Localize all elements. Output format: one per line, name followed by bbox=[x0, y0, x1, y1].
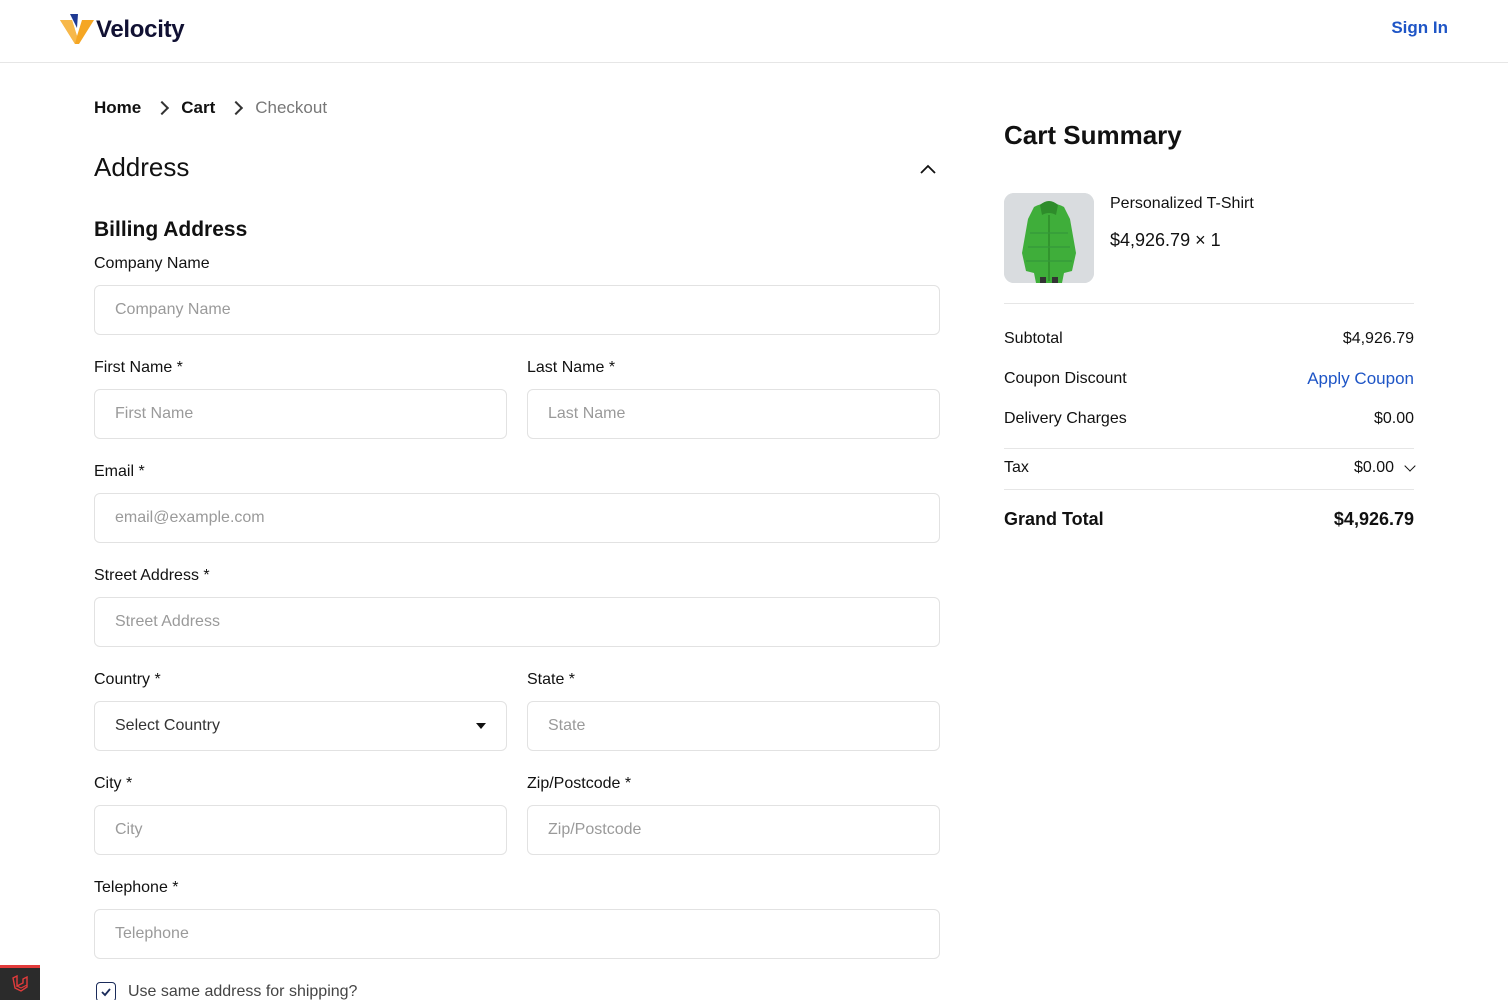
grand-total-label: Grand Total bbox=[1004, 509, 1104, 529]
product-thumbnail[interactable] bbox=[1004, 193, 1094, 283]
breadcrumb-home[interactable]: Home bbox=[94, 98, 141, 118]
check-icon bbox=[101, 988, 111, 997]
country-label: Country * bbox=[94, 671, 161, 688]
chevron-down-icon bbox=[1404, 460, 1416, 472]
velocity-logo-icon bbox=[60, 14, 94, 44]
last-name-input[interactable] bbox=[527, 389, 940, 439]
delivery-charges-value: $0.00 bbox=[1373, 410, 1414, 427]
telephone-input[interactable] bbox=[94, 909, 940, 959]
same-address-checkbox[interactable] bbox=[96, 982, 116, 1000]
company-name-input[interactable] bbox=[94, 285, 940, 335]
cart-summary-title: Cart Summary bbox=[1004, 120, 1182, 150]
zip-input[interactable] bbox=[527, 805, 940, 855]
sign-in-link[interactable]: Sign In bbox=[1391, 18, 1448, 38]
summary-divider bbox=[1004, 303, 1414, 304]
email-input[interactable] bbox=[94, 493, 940, 543]
summary-divider bbox=[1004, 489, 1414, 490]
last-name-label: Last Name * bbox=[527, 359, 616, 376]
street-address-label: Street Address * bbox=[94, 567, 210, 584]
site-header: Velocity Sign In bbox=[0, 0, 1508, 63]
breadcrumb: Home Cart Checkout bbox=[94, 98, 327, 118]
subtotal-value: $4,926.79 bbox=[1342, 330, 1414, 347]
brand-logo[interactable]: Velocity bbox=[60, 14, 185, 46]
same-address-row: Use same address for shipping? bbox=[96, 982, 357, 1000]
street-address-input[interactable] bbox=[94, 597, 940, 647]
chevron-right-icon bbox=[155, 100, 170, 116]
grand-total-value: $4,926.79 bbox=[1333, 509, 1414, 529]
apply-coupon-link[interactable]: Apply Coupon bbox=[1307, 369, 1414, 389]
tax-value: $0.00 bbox=[1353, 459, 1394, 476]
debugbar-toggle[interactable] bbox=[0, 965, 40, 1000]
email-label: Email * bbox=[94, 463, 145, 480]
state-label: State * bbox=[527, 671, 576, 688]
chevron-up-icon[interactable] bbox=[918, 160, 938, 180]
zip-label: Zip/Postcode * bbox=[527, 775, 632, 792]
address-section-title: Address bbox=[94, 152, 190, 182]
first-name-input[interactable] bbox=[94, 389, 507, 439]
company-name-label: Company Name bbox=[94, 255, 210, 272]
country-select[interactable]: Select Country bbox=[94, 701, 507, 751]
telephone-label: Telephone * bbox=[94, 879, 179, 896]
summary-divider bbox=[1004, 448, 1414, 449]
green-jacket-image bbox=[1004, 193, 1094, 283]
brand-name: Velocity bbox=[96, 16, 185, 43]
city-input[interactable] bbox=[94, 805, 507, 855]
caret-down-icon bbox=[476, 723, 486, 729]
laravel-icon bbox=[12, 974, 28, 992]
coupon-discount-label: Coupon Discount bbox=[1004, 370, 1127, 387]
billing-address-title: Billing Address bbox=[94, 218, 248, 241]
first-name-label: First Name * bbox=[94, 359, 183, 376]
city-label: City * bbox=[94, 775, 133, 792]
product-price-qty: $4,926.79 × 1 bbox=[1110, 230, 1221, 250]
same-address-label: Use same address for shipping? bbox=[128, 983, 358, 1000]
state-input[interactable] bbox=[527, 701, 940, 751]
tax-label: Tax bbox=[1004, 459, 1029, 476]
chevron-right-icon bbox=[229, 100, 244, 116]
breadcrumb-current: Checkout bbox=[255, 98, 328, 117]
breadcrumb-cart[interactable]: Cart bbox=[181, 98, 215, 118]
delivery-charges-label: Delivery Charges bbox=[1004, 410, 1127, 427]
tax-toggle[interactable]: $0.00 bbox=[1353, 459, 1416, 477]
subtotal-label: Subtotal bbox=[1004, 330, 1063, 347]
product-name[interactable]: Personalized T-Shirt bbox=[1110, 195, 1254, 213]
country-select-value: Select Country bbox=[115, 717, 220, 734]
